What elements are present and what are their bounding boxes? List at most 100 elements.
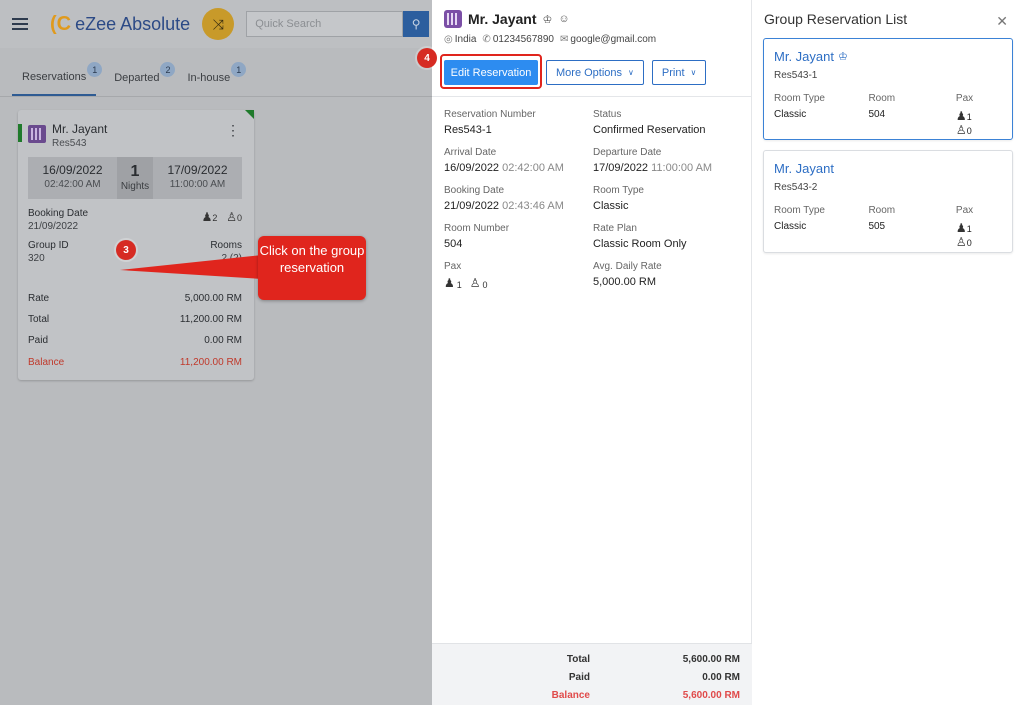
group-item[interactable]: Mr. Jayant Res543-2 Room Type Classic Ro… [763, 150, 1013, 253]
totals-footer: Total 5,600.00 RM Paid 0.00 RM Balance 5… [432, 643, 752, 705]
field-label: Booking Date [444, 185, 505, 196]
tab-in-house[interactable]: In-house 1 [177, 60, 247, 96]
col-label: Room [868, 205, 896, 216]
background-app: (C eZee Absolute ⤨ ⚲ Reservations 1 Depa… [0, 0, 432, 705]
group-item[interactable]: Mr. Jayant ♔ Res543-1 Room Type Classic … [763, 38, 1013, 140]
tab-divider [0, 96, 432, 97]
reservation-tabs: Reservations 1 Departed 2 In-house 1 [12, 60, 247, 96]
field-room-number: Room Number 504 [444, 223, 593, 250]
balance-label: Balance [28, 357, 65, 368]
nights-label: Nights [120, 181, 150, 192]
reservation-code: Res543-2 [774, 182, 818, 193]
paid-value: 0.00 RM [702, 671, 740, 683]
group-item-name: Mr. Jayant [774, 161, 1002, 176]
contact-info: ◎ India ✆ 01234567890 ✉ google@gmail.com [444, 34, 739, 45]
menu-icon[interactable] [12, 18, 28, 30]
total-value: 11,200.00 RM [179, 314, 242, 325]
step-4-badge: 4 [417, 48, 437, 68]
field-label: Room Type [593, 185, 644, 196]
tab-count-badge: 2 [160, 62, 176, 77]
tab-count-badge: 1 [231, 62, 247, 77]
col-value: Classic [774, 109, 807, 120]
location-icon: ◎ [444, 34, 453, 45]
panel-title: Group Reservation List [764, 11, 908, 27]
field-arrival-date: Arrival Date 16/09/2022 02:42:00 AM [444, 147, 593, 174]
field-reservation-number: Reservation Number Res543-1 [444, 109, 593, 136]
tab-departed[interactable]: Departed 2 [104, 60, 176, 96]
rate-label: Rate [28, 293, 50, 304]
room-col: Room 504 [868, 93, 955, 137]
field-label: Room Number [444, 223, 510, 234]
close-icon[interactable]: ✕ [996, 13, 1008, 30]
departure-time: 11:00:00 AM [169, 179, 226, 190]
field-value: ♟ 1 ♙ 0 [444, 276, 593, 290]
quick-search-input[interactable] [246, 11, 404, 37]
tab-count-badge: 1 [87, 62, 103, 77]
status-flag-icon [245, 110, 254, 119]
users-icon: ☺ [558, 13, 570, 25]
detail-header: Mr. Jayant ♔ ☺ ◎ India ✆ 01234567890 ✉ goog… [417, 0, 751, 97]
tab-reservations[interactable]: Reservations 1 [12, 60, 103, 96]
search-icon[interactable]: ⚲ [403, 11, 430, 37]
building-icon [444, 10, 462, 28]
more-options-label: More Options [556, 66, 623, 79]
col-label: Room Type [774, 205, 825, 216]
mail-icon: ✉ [560, 34, 569, 45]
rooms-summary[interactable]: Rooms 2 (2) [210, 240, 242, 264]
paid-label: Paid [568, 671, 590, 683]
field-departure-date: Departure Date 17/09/2022 11:00:00 AM [593, 147, 742, 174]
email-item: ✉ google@gmail.com [560, 34, 656, 45]
detail-title: Mr. Jayant ♔ ☺ [444, 10, 739, 28]
phone-icon: ✆ [482, 34, 491, 45]
room-col: Room 505 [868, 205, 955, 249]
paid-label: Paid [28, 335, 49, 346]
child-icon: ♙ [469, 276, 481, 290]
item-details: Room Type Classic Room 504 Pax ♟1 ♙0 [774, 93, 1002, 137]
time-part: 02:43:46 AM [502, 200, 564, 212]
group-reservation-panel: Group Reservation List ✕ Mr. Jayant ♔ Re… [752, 0, 1024, 705]
child-icon: ♙ [955, 123, 967, 137]
adult-count: 1 [966, 224, 972, 234]
room-type-col: Room Type Classic [774, 205, 868, 249]
guest-name: Mr. Jayant [774, 161, 834, 176]
adult-icon: ♟ [201, 210, 213, 224]
reservation-card[interactable]: Mr. Jayant Res543 ⋮ 16/09/2022 02:42:00 … [18, 110, 254, 380]
guest-name: Mr. Jayant [52, 122, 108, 136]
field-rate-plan: Rate Plan Classic Room Only [593, 223, 742, 250]
detail-fields: Reservation Number Res543-1 Status Confi… [432, 97, 751, 290]
pax-summary: ♟2 ♙0 [202, 210, 242, 224]
more-options-button[interactable]: More Options ∨ [546, 60, 644, 85]
total-row: Total 11,200.00 RM [28, 314, 242, 325]
time-part: 11:00:00 AM [651, 162, 713, 174]
rate-value: 5,000.00 RM [184, 293, 242, 304]
date-part: 16/09/2022 [444, 162, 500, 174]
child-icon: ♙ [955, 235, 967, 249]
print-button[interactable]: Print ∨ [651, 60, 707, 85]
child-count: 0 [966, 238, 972, 248]
shuffle-icon[interactable]: ⤨ [202, 8, 235, 40]
paid-row: Paid 0.00 RM [432, 668, 740, 686]
guest-name: Mr. Jayant [468, 11, 537, 27]
col-value: 504 [868, 109, 886, 120]
building-icon [28, 125, 46, 143]
country-item: ◎ India [444, 34, 476, 45]
stay-dates: 16/09/2022 02:42:00 AM 1 Nights 17/09/20… [28, 157, 242, 199]
app-logo[interactable]: (C eZee Absolute [50, 13, 190, 36]
field-value: 16/09/2022 02:42:00 AM [444, 162, 593, 174]
rooms-value: 2 (2) [221, 253, 242, 264]
adult-icon: ♟ [955, 109, 967, 123]
nights-box: 1 Nights [117, 157, 153, 199]
booking-date-row: Booking Date 21/09/2022 ♟2 ♙0 [28, 208, 242, 232]
tab-label: Departed [114, 72, 160, 84]
child-icon: ♙ [226, 210, 237, 224]
chevron-down-icon: ∨ [628, 68, 634, 77]
more-vert-icon[interactable]: ⋮ [226, 122, 240, 139]
field-label: Departure Date [593, 147, 662, 158]
adult-count: 1 [456, 280, 462, 290]
balance-label: Balance [551, 689, 590, 701]
print-label: Print [661, 66, 685, 79]
nights-count: 1 [130, 163, 140, 180]
date-part: 17/09/2022 [593, 162, 649, 174]
paid-value: 0.00 RM [204, 335, 242, 346]
balance-value: 11,200.00 RM [179, 357, 242, 368]
